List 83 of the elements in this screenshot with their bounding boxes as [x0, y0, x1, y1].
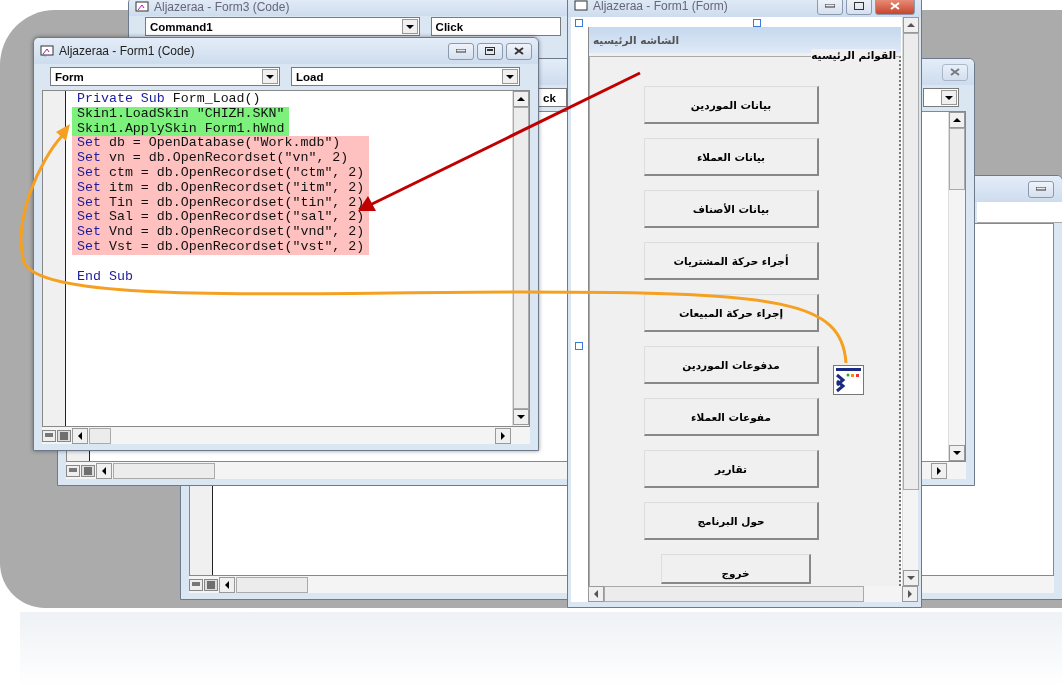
menu-button[interactable]: مفوعات العملاء: [644, 398, 819, 436]
dropdown-field[interactable]: [977, 202, 1062, 223]
menu-button[interactable]: أجراء حركة المشتريات: [644, 242, 819, 280]
module-view-icon[interactable]: [57, 429, 71, 442]
dropdown-button[interactable]: [502, 69, 518, 84]
code-line: End Sub: [76, 269, 134, 285]
module-view-icon[interactable]: [81, 464, 95, 477]
module-view-icon[interactable]: [204, 578, 218, 591]
frame-label: القوائم الرئيسيه: [811, 49, 896, 61]
up-arrow-icon: [517, 97, 525, 101]
maximize-icon: [854, 2, 864, 10]
down-arrow-icon: [517, 415, 525, 419]
procedure-dropdown[interactable]: Load: [291, 67, 520, 86]
scroll-left-button[interactable]: [72, 427, 88, 444]
caret-icon: [945, 95, 953, 100]
scroll-right-button[interactable]: [931, 462, 947, 479]
scroll-up-button[interactable]: [513, 91, 529, 107]
procedure-view-icon[interactable]: [42, 429, 56, 442]
close-button[interactable]: [506, 42, 532, 60]
right-arrow-icon: [501, 431, 505, 440]
left-arrow-icon: [102, 466, 106, 475]
selection-handle[interactable]: [575, 342, 583, 350]
minimize-icon: [456, 49, 466, 53]
window-title: Aljazeraa - Form3 (Code): [154, 0, 290, 14]
scroll-right-button[interactable]: [902, 586, 918, 602]
scroll-down-button[interactable]: [949, 445, 965, 461]
menu-button[interactable]: تقارير: [644, 450, 819, 488]
minimize-icon: [1036, 187, 1046, 191]
close-icon: [514, 47, 524, 55]
down-arrow-icon: [953, 451, 961, 455]
dropdown-button[interactable]: [401, 19, 418, 34]
scroll-left-button[interactable]: [96, 462, 112, 479]
caret-icon: [405, 24, 414, 29]
left-arrow-icon: [594, 590, 598, 598]
skin-control-icon[interactable]: [833, 365, 864, 395]
scroll-left-button[interactable]: [588, 586, 604, 602]
menu-button[interactable]: خروج: [661, 554, 811, 584]
up-arrow-icon: [907, 23, 915, 27]
scroll-left-button[interactable]: [219, 576, 235, 593]
object-dropdown[interactable]: Command1: [145, 17, 420, 36]
left-arrow-icon: [225, 580, 229, 589]
menu-button[interactable]: بيانات العملاء: [644, 138, 819, 176]
form-icon: [574, 0, 588, 12]
procedure-view-icon[interactable]: [189, 578, 203, 591]
dropdown-button[interactable]: [941, 90, 957, 105]
scroll-up-button[interactable]: [949, 112, 965, 128]
menu-button[interactable]: إجراء حركة المبيعات: [644, 294, 819, 332]
window-title: Aljazeraa - Form1 (Code): [59, 44, 195, 58]
caret-icon: [506, 74, 514, 79]
form-icon: [135, 1, 149, 13]
scroll-right-button[interactable]: [495, 427, 511, 444]
close-icon: [950, 68, 960, 76]
menu-button[interactable]: مدفوعات الموردين: [644, 346, 819, 384]
minimize-button[interactable]: [1028, 180, 1054, 198]
maximize-icon: [485, 47, 495, 55]
menu-button[interactable]: حول البرنامج: [644, 502, 819, 540]
selection-handle[interactable]: [753, 19, 761, 27]
procedure-view-icon[interactable]: [66, 464, 80, 477]
caret-icon: [266, 74, 274, 79]
selection-handle[interactable]: [575, 19, 583, 27]
object-dropdown[interactable]: Form: [50, 67, 280, 86]
maximize-button[interactable]: [846, 0, 872, 15]
close-icon: [890, 2, 900, 10]
up-arrow-icon: [953, 118, 961, 122]
form-caption: الشاشه الرئيسيه: [593, 34, 680, 46]
form-icon: [40, 45, 54, 57]
procedure-dropdown[interactable]: Click: [430, 17, 561, 36]
menu-button[interactable]: بيانات الأصناف: [644, 190, 819, 228]
scroll-up-button[interactable]: [903, 17, 919, 33]
procedure-dropdown[interactable]: ck: [538, 88, 567, 107]
down-arrow-icon: [907, 576, 915, 580]
code-line: Private Sub Form_Load(): [76, 92, 262, 107]
right-arrow-icon: [937, 466, 941, 475]
scroll-down-button[interactable]: [903, 570, 919, 586]
left-arrow-icon: [78, 431, 82, 440]
window-title: Aljazeraa - Form1 (Form): [593, 0, 728, 13]
maximize-button[interactable]: [477, 42, 503, 60]
dropdown-button[interactable]: [262, 69, 278, 84]
right-arrow-icon: [908, 590, 912, 598]
dropdown-field[interactable]: [923, 88, 959, 107]
minimize-icon: [825, 4, 835, 8]
menu-button[interactable]: بيانات الموردين: [644, 86, 819, 124]
scroll-down-button[interactable]: [513, 409, 529, 425]
